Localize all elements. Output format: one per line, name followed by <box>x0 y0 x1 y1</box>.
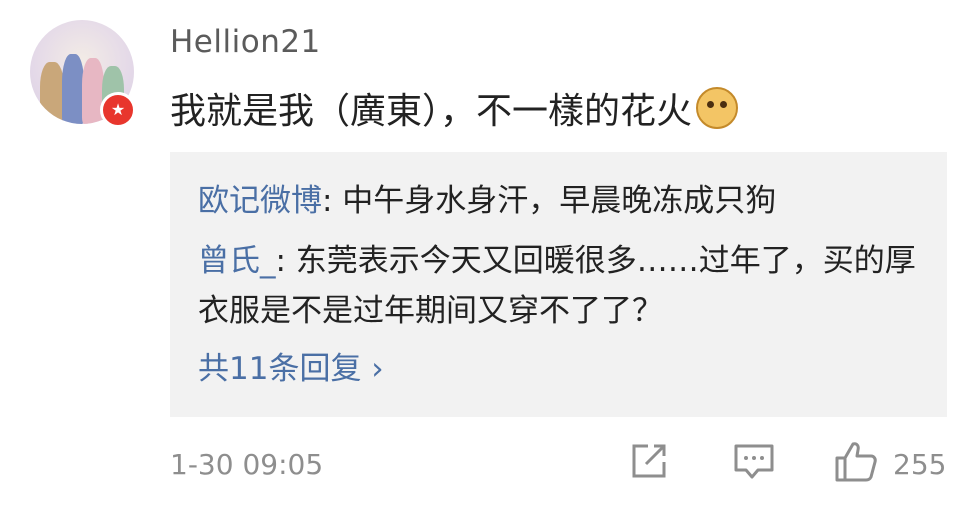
reply-item[interactable]: 曾氏_: 东莞表示今天又回暖很多……过年了，买的厚衣服是不是过年期间又穿不了了？ <box>198 236 928 336</box>
timestamp: 1-30 09:05 <box>170 448 324 481</box>
reply-button[interactable] <box>732 440 776 486</box>
reply-author[interactable]: 欧记微博 <box>198 183 322 219</box>
view-all-replies-link[interactable]: 共11条回复 › <box>198 344 384 394</box>
reply-text: : 东莞表示今天又回暖很多……过年了，买的厚衣服是不是过年期间又穿不了了？ <box>198 243 916 329</box>
comment-text: 我就是我（廣東），不一樣的花火 <box>170 82 739 134</box>
reply-preview-box[interactable]: 欧记微博: 中午身水身汗，早晨晚冻成只狗 曾氏_: 东莞表示今天又回暖很多……过… <box>170 152 947 417</box>
reply-author[interactable]: 曾氏_ <box>198 243 276 279</box>
comment-body: 我就是我（廣東），不一樣的花火 <box>170 91 693 132</box>
avatar-figure <box>62 54 84 124</box>
username[interactable]: Hellion21 <box>170 24 321 60</box>
avatar-figure <box>40 62 64 124</box>
share-button[interactable] <box>628 440 670 486</box>
like-count: 255 <box>893 448 947 481</box>
reply-item[interactable]: 欧记微博: 中午身水身汗，早晨晚冻成只狗 <box>198 176 928 226</box>
doge-emoji-icon <box>696 87 739 129</box>
reply-text: : 中午身水身汗，早晨晚冻成只狗 <box>322 183 777 219</box>
thumbs-up-icon <box>835 442 877 482</box>
like-button[interactable] <box>833 440 879 488</box>
share-icon <box>632 444 666 478</box>
verified-badge-icon: ★ <box>100 92 136 128</box>
comment-icon <box>734 444 774 479</box>
